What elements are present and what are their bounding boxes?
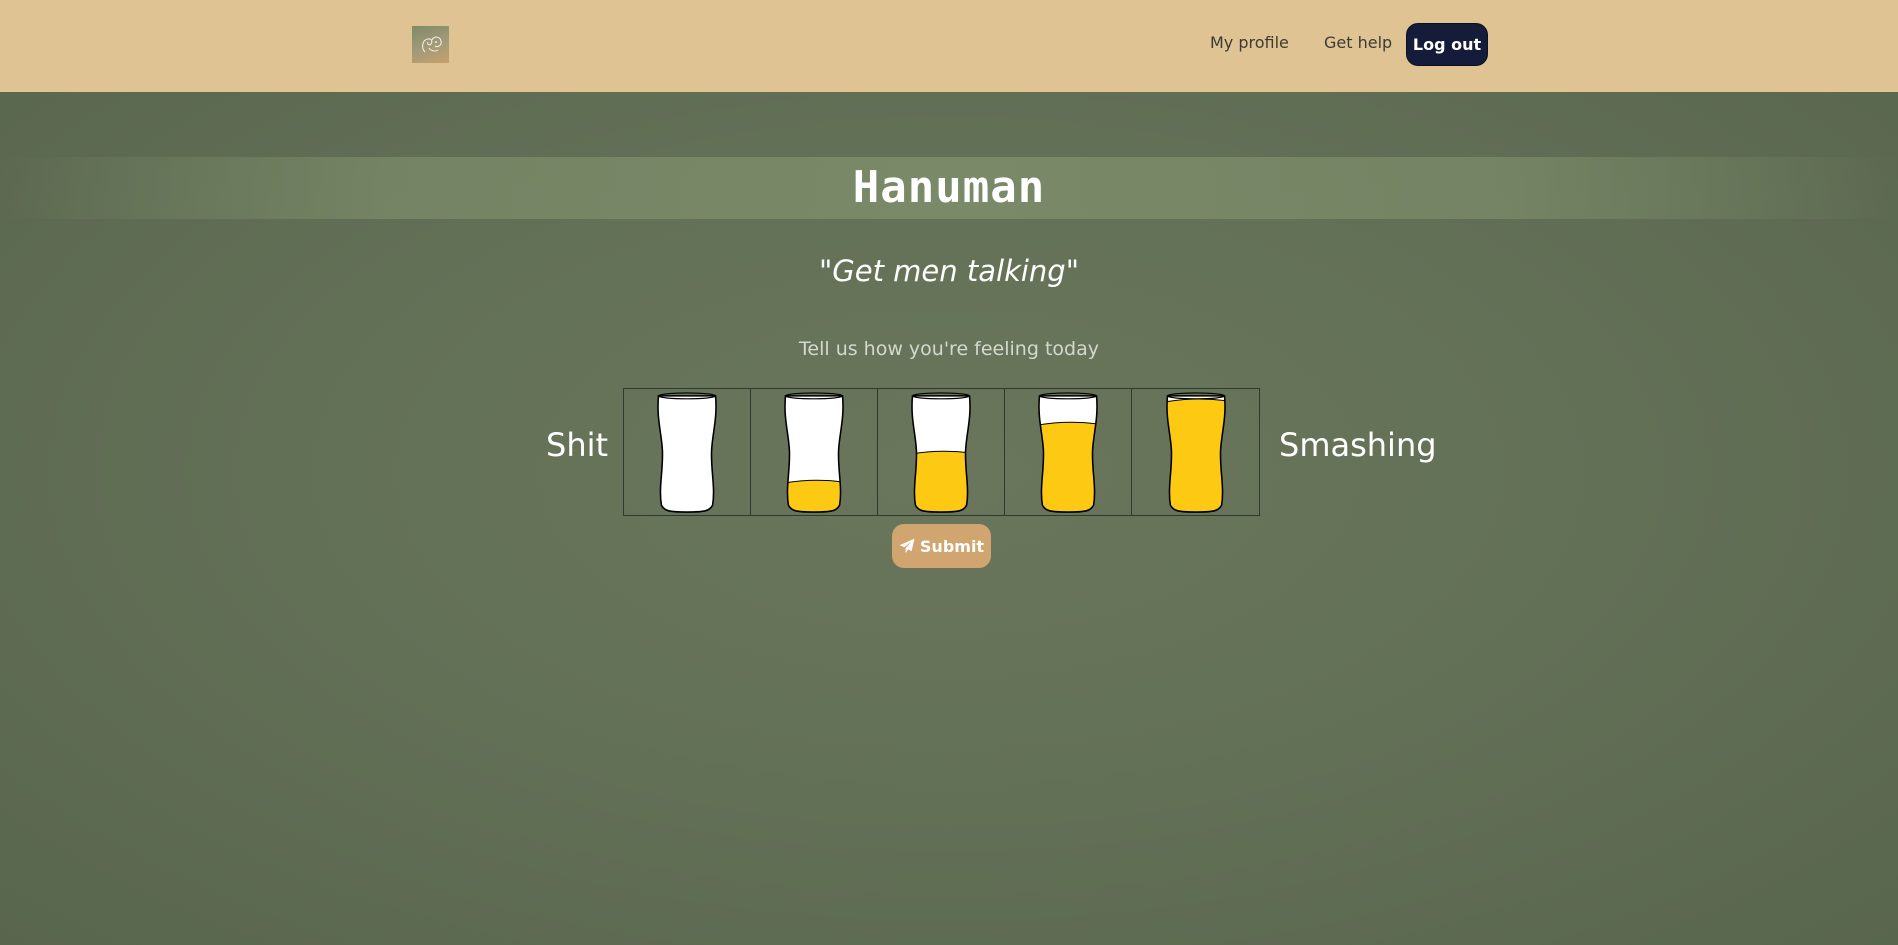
beer-fill	[784, 480, 844, 513]
title-part-regular: Hanu	[852, 162, 963, 213]
nav-link-get-help[interactable]: Get help	[1324, 33, 1392, 52]
submit-button[interactable]: Submit	[892, 524, 991, 568]
mood-option-2[interactable]	[751, 389, 878, 515]
mood-option-1[interactable]	[624, 389, 751, 515]
pint-glass-icon	[657, 392, 717, 513]
paper-plane-icon	[899, 538, 915, 554]
mood-scale	[623, 388, 1260, 516]
title-part-bold: man	[962, 162, 1046, 213]
navbar: My profile Get help Log out	[0, 0, 1898, 92]
pint-glass-icon	[911, 392, 971, 513]
monkey-logo-icon[interactable]	[412, 26, 449, 63]
mood-option-4[interactable]	[1005, 389, 1132, 515]
scale-high-label: Smashing	[1279, 426, 1437, 464]
nav-link-my-profile[interactable]: My profile	[1210, 33, 1289, 52]
mood-option-3[interactable]	[878, 389, 1005, 515]
mood-option-5[interactable]	[1132, 389, 1259, 515]
pint-glass-icon	[784, 392, 844, 513]
mood-prompt: Tell us how you're feeling today	[799, 338, 1099, 360]
page-title: Hanuman	[0, 162, 1898, 213]
logout-button[interactable]: Log out	[1406, 23, 1488, 66]
scale-low-label: Shit	[546, 426, 609, 464]
tagline: "Get men talking"	[818, 254, 1080, 288]
submit-label: Submit	[919, 536, 985, 556]
pint-glass-icon	[1165, 392, 1226, 513]
pint-glass-icon	[1038, 392, 1098, 513]
